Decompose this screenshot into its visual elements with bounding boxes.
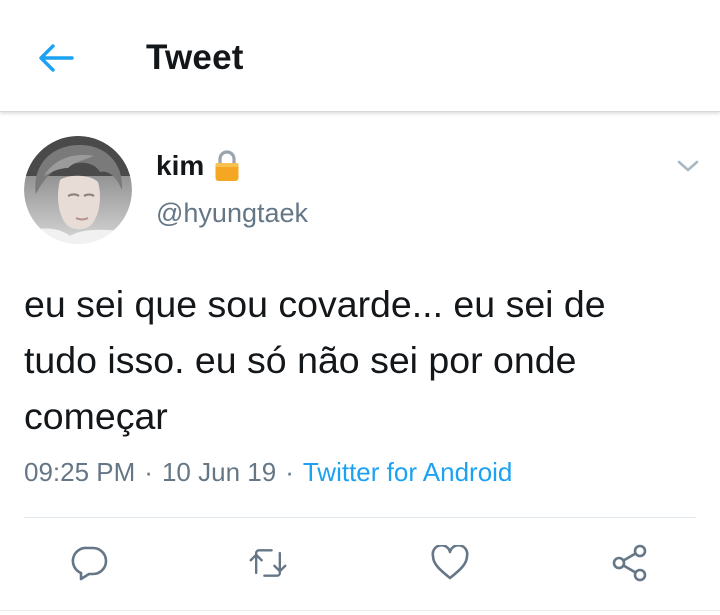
- bottom-divider: [0, 610, 720, 611]
- reply-button[interactable]: [70, 543, 110, 583]
- username[interactable]: @hyungtaek: [156, 198, 308, 229]
- tweet-text: eu sei que sou covarde... eu sei de tudo…: [24, 283, 606, 437]
- reply-icon: [71, 546, 108, 581]
- meta-separator: ·: [285, 456, 294, 487]
- back-button[interactable]: [36, 38, 76, 78]
- tweet-source-link[interactable]: Twitter for Android: [303, 457, 513, 488]
- share-icon: [612, 544, 647, 582]
- retweet-button[interactable]: [248, 543, 288, 583]
- tweet-metadata: 09:25 PM · 10 Jun 19 · Twitter for Andro…: [24, 454, 512, 490]
- divider: [24, 517, 696, 518]
- page-title: Tweet: [146, 38, 244, 77]
- like-button[interactable]: [430, 543, 470, 583]
- tweet-time: 09:25 PM: [24, 456, 136, 487]
- arrow-left-icon: [39, 44, 74, 72]
- share-button[interactable]: [610, 543, 650, 583]
- retweet-icon: [249, 549, 287, 577]
- tweet-date: 10 Jun 19: [161, 456, 277, 487]
- chevron-down-icon: [677, 160, 699, 172]
- avatar-photo: [24, 136, 132, 244]
- lock-icon: [215, 150, 239, 181]
- top-app-bar: Tweet: [0, 0, 720, 112]
- author-name-row[interactable]: kim: [156, 148, 240, 184]
- heart-icon: [431, 545, 469, 580]
- meta-separator: ·: [144, 456, 153, 487]
- tweet-detail-screen: Tweet kim @hyungtaek eu sei que sou cova…: [0, 0, 720, 615]
- display-name: kim: [156, 150, 205, 181]
- avatar[interactable]: [24, 136, 132, 244]
- more-options-button[interactable]: [672, 150, 704, 182]
